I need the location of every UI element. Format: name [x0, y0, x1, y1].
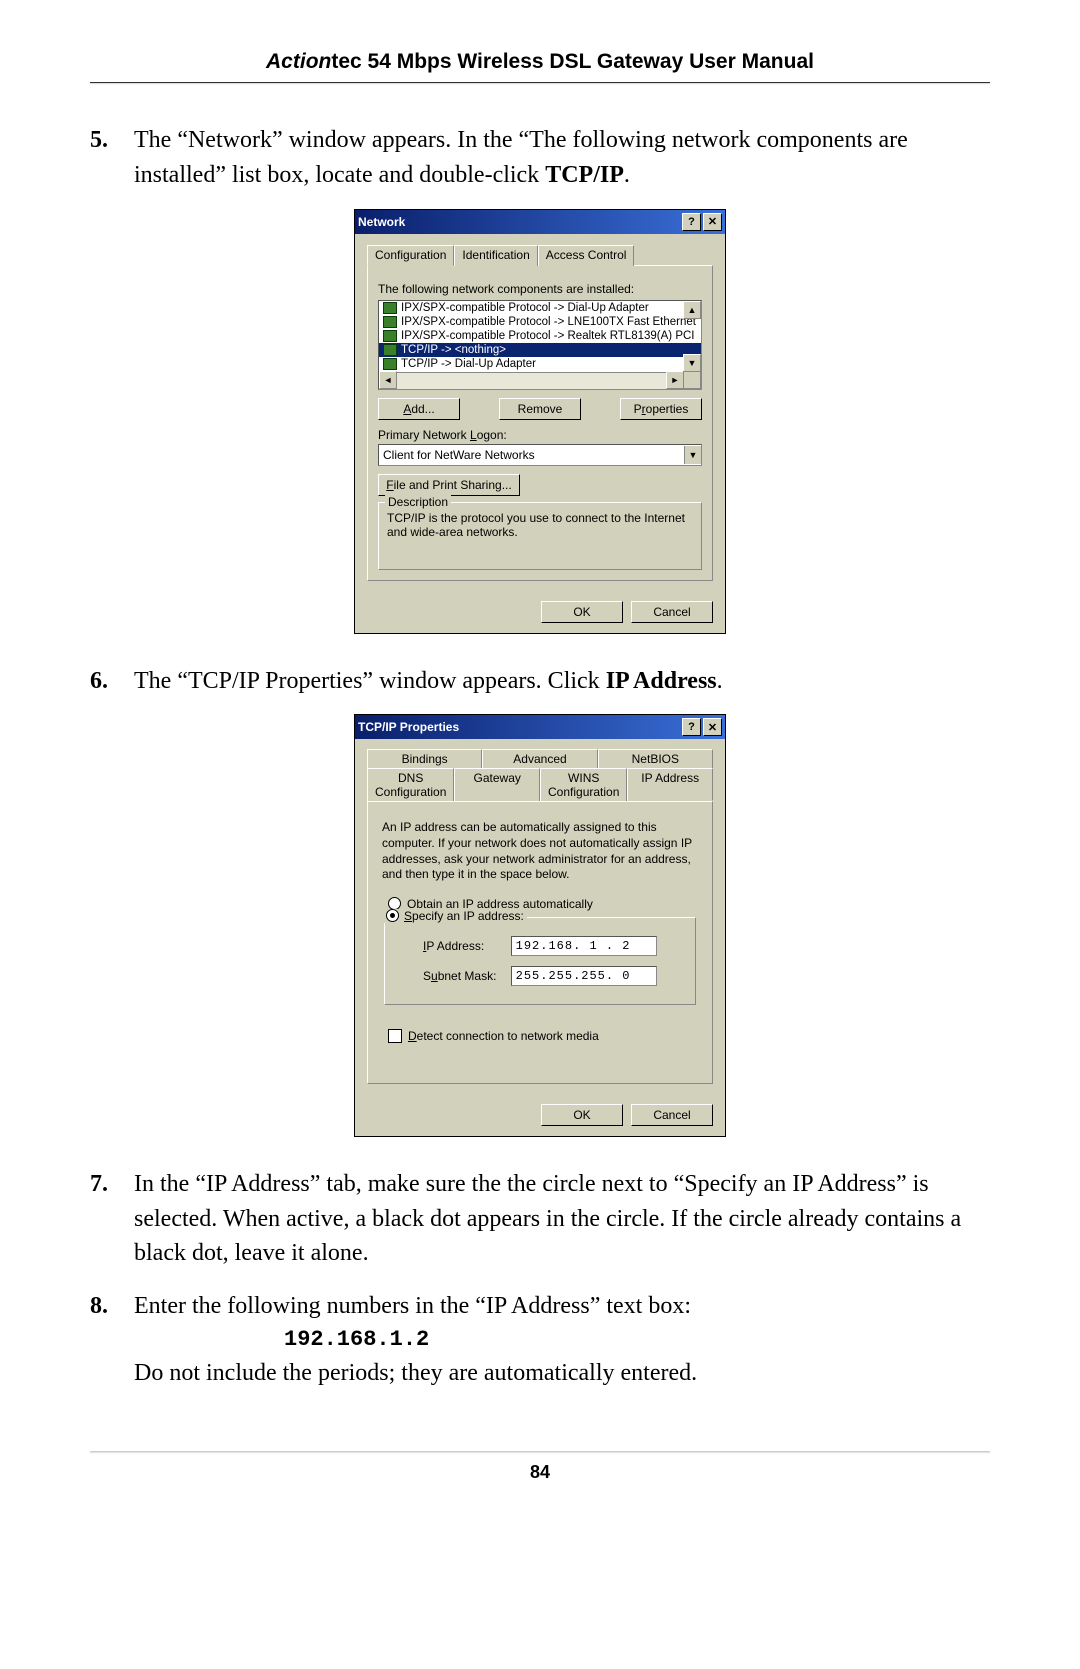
step-7-number: 7.: [90, 1167, 134, 1271]
logon-label: Primary Network Logon:: [378, 428, 702, 442]
ip-address-panel: An IP address can be automatically assig…: [367, 801, 713, 1083]
step-5-body: The “Network” window appears. In the “Th…: [134, 123, 990, 193]
footer-divider: [90, 1451, 990, 1452]
logon-dropdown[interactable]: Client for NetWare Networks ▼: [378, 444, 702, 466]
subnet-mask-label: Subnet Mask:: [423, 969, 511, 983]
specify-group: Specify an IP address: IP Address: 192.1…: [384, 917, 696, 1005]
step-5: 5. The “Network” window appears. In the …: [90, 123, 990, 193]
radio-specify[interactable]: [386, 909, 399, 922]
tab-netbios[interactable]: NetBIOS: [598, 749, 713, 768]
radio-specify-label: Specify an IP address:: [404, 909, 524, 923]
tab-identification[interactable]: Identification: [454, 245, 537, 266]
step-7: 7. In the “IP Address” tab, make sure th…: [90, 1167, 990, 1271]
add-button[interactable]: Add...: [378, 398, 460, 420]
tcpip-titlebar: TCP/IP Properties ? ✕: [355, 715, 725, 739]
list-item[interactable]: IPX/SPX-compatible Protocol -> LNE100TX …: [379, 315, 701, 329]
protocol-icon: [383, 302, 397, 314]
scroll-down-icon[interactable]: ▼: [683, 354, 701, 372]
protocol-icon: [383, 316, 397, 328]
step-6-number: 6.: [90, 664, 134, 699]
tab-dns[interactable]: DNS Configuration: [367, 768, 454, 801]
detect-row[interactable]: Detect connection to network media: [388, 1029, 692, 1043]
step-8: 8. Enter the following numbers in the “I…: [90, 1289, 990, 1390]
brand-rest: tec 54 Mbps Wireless DSL Gateway User Ma…: [331, 50, 814, 73]
list-item[interactable]: TCP/IP -> Dial-Up Adapter: [379, 357, 701, 371]
step-8-number: 8.: [90, 1289, 134, 1390]
cancel-button[interactable]: Cancel: [631, 601, 713, 623]
help-icon[interactable]: ?: [682, 213, 701, 231]
network-titlebar: Network ? ✕: [355, 210, 725, 234]
ip-explanation: An IP address can be automatically assig…: [382, 820, 698, 882]
components-listbox[interactable]: IPX/SPX-compatible Protocol -> Dial-Up A…: [378, 300, 702, 390]
step-7-body: In the “IP Address” tab, make sure the t…: [134, 1167, 990, 1271]
step-8-body: Enter the following numbers in the “IP A…: [134, 1289, 990, 1390]
description-title: Description: [385, 495, 451, 509]
page-header: Actiontec 54 Mbps Wireless DSL Gateway U…: [90, 50, 990, 74]
step-5-number: 5.: [90, 123, 134, 193]
description-text: TCP/IP is the protocol you use to connec…: [387, 511, 693, 539]
ip-address-label: IP Address:: [423, 939, 511, 953]
tcpip-tabs-lower: DNS Configuration Gateway WINS Configura…: [367, 768, 713, 801]
tab-gateway[interactable]: Gateway: [454, 768, 540, 801]
brand-italic: Action: [266, 50, 331, 73]
tcpip-tabs-upper: Bindings Advanced NetBIOS: [367, 749, 713, 768]
logon-value: Client for NetWare Networks: [383, 448, 535, 462]
scroll-up-icon[interactable]: ▲: [683, 301, 701, 319]
scroll-corner: [683, 371, 701, 389]
description-group: Description TCP/IP is the protocol you u…: [378, 502, 702, 570]
detect-checkbox[interactable]: [388, 1029, 402, 1043]
configuration-panel: The following network components are ins…: [367, 265, 713, 581]
step-6-body: The “TCP/IP Properties” window appears. …: [134, 664, 990, 699]
tcpip-dialog: TCP/IP Properties ? ✕ Bindings Advanced …: [354, 714, 726, 1136]
header-divider: [90, 82, 990, 83]
ip-address-input[interactable]: 192.168. 1 . 2: [511, 936, 657, 956]
list-item[interactable]: IPX/SPX-compatible Protocol -> Dial-Up A…: [379, 301, 701, 315]
ip-code: 192.168.1.2: [284, 1324, 990, 1356]
ok-button[interactable]: OK: [541, 601, 623, 623]
tab-advanced[interactable]: Advanced: [482, 749, 597, 768]
protocol-icon: [383, 344, 397, 356]
scroll-left-icon[interactable]: ◄: [379, 371, 397, 389]
file-print-sharing-button[interactable]: File and Print Sharing...: [378, 474, 520, 496]
help-icon[interactable]: ?: [682, 718, 701, 736]
network-dialog: Network ? ✕ Configuration Identification…: [354, 209, 726, 634]
close-icon[interactable]: ✕: [703, 213, 722, 231]
step-6: 6. The “TCP/IP Properties” window appear…: [90, 664, 990, 699]
scroll-right-icon[interactable]: ►: [666, 371, 684, 389]
list-item-selected[interactable]: TCP/IP -> <nothing>: [379, 343, 701, 357]
horizontal-scrollbar[interactable]: [379, 372, 684, 389]
properties-button[interactable]: Properties: [620, 398, 702, 420]
components-label: The following network components are ins…: [378, 282, 702, 296]
list-item[interactable]: IPX/SPX-compatible Protocol -> Realtek R…: [379, 329, 701, 343]
page-number: 84: [90, 1462, 990, 1483]
tab-bindings[interactable]: Bindings: [367, 749, 482, 768]
cancel-button[interactable]: Cancel: [631, 1104, 713, 1126]
ok-button[interactable]: OK: [541, 1104, 623, 1126]
tab-ip-address[interactable]: IP Address: [627, 768, 713, 801]
network-tabs: Configuration Identification Access Cont…: [367, 245, 713, 266]
network-title: Network: [358, 215, 405, 229]
tcpip-title: TCP/IP Properties: [358, 720, 459, 734]
tab-wins[interactable]: WINS Configuration: [540, 768, 627, 801]
chevron-down-icon[interactable]: ▼: [684, 446, 701, 464]
tab-configuration[interactable]: Configuration: [367, 245, 454, 266]
subnet-mask-input[interactable]: 255.255.255. 0: [511, 966, 657, 986]
tab-access-control[interactable]: Access Control: [538, 245, 635, 266]
close-icon[interactable]: ✕: [703, 718, 722, 736]
protocol-icon: [383, 330, 397, 342]
protocol-icon: [383, 358, 397, 370]
remove-button[interactable]: Remove: [499, 398, 581, 420]
